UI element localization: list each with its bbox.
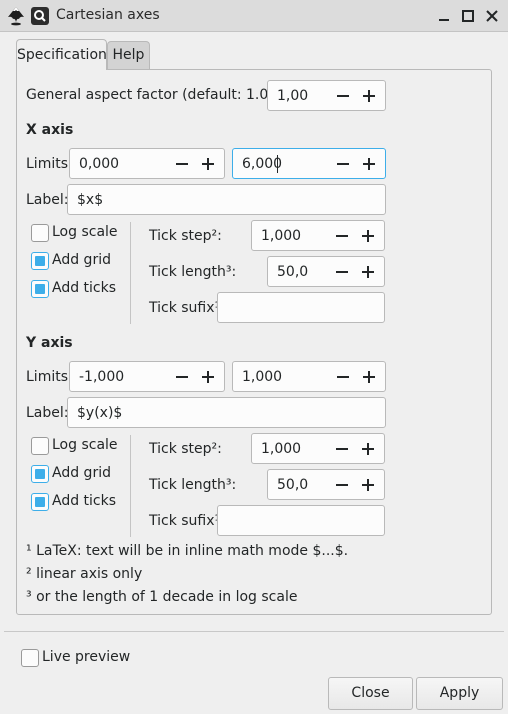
x-tick-length-spinbox[interactable]: 50,0 <box>267 256 385 287</box>
y-min-spinbox[interactable]: -1,000 <box>69 361 225 392</box>
y-tick-suffix-input[interactable] <box>217 505 385 536</box>
window-title: Cartesian axes <box>56 7 160 23</box>
y-axis-heading: Y axis <box>26 335 73 351</box>
aspect-factor-spinbox[interactable]: 1,00 <box>267 80 386 111</box>
plus-icon[interactable] <box>359 367 379 387</box>
minus-icon[interactable] <box>172 367 192 387</box>
y-add-ticks-checkbox[interactable] <box>31 493 49 511</box>
y-tick-length-label: Tick length³: <box>149 477 237 493</box>
text-caret <box>277 155 278 173</box>
x-tick-length-value: 50,0 <box>277 264 309 280</box>
minimize-icon[interactable] <box>434 6 454 26</box>
y-tick-step-value: 1,000 <box>261 441 302 457</box>
apply-button[interactable]: Apply <box>416 677 503 710</box>
y-add-grid-label[interactable]: Add grid <box>52 465 111 481</box>
plus-icon[interactable] <box>358 226 378 246</box>
y-min-value: -1,000 <box>79 369 125 385</box>
footnote: ³ or the length of 1 decade in log scale <box>26 589 298 605</box>
maximize-icon[interactable] <box>458 6 478 26</box>
y-max-spinbox[interactable]: 1,000 <box>232 361 386 392</box>
x-tick-step-spinbox[interactable]: 1,000 <box>251 220 385 251</box>
footnote: ¹ LaTeX: text will be in inline math mod… <box>26 543 349 559</box>
x-limits-label: Limits: <box>26 156 73 172</box>
plus-icon[interactable] <box>358 262 378 282</box>
y-log-scale-label[interactable]: Log scale <box>52 437 118 453</box>
x-add-ticks-label[interactable]: Add ticks <box>52 280 116 296</box>
live-preview-label[interactable]: Live preview <box>42 649 130 665</box>
plus-icon[interactable] <box>359 86 379 106</box>
y-label-label: Label: <box>26 405 69 421</box>
y-limits-label: Limits: <box>26 369 73 385</box>
x-min-spinbox[interactable]: 0,000 <box>69 148 225 179</box>
tab-help[interactable]: Help <box>107 41 150 69</box>
minus-icon[interactable] <box>332 475 352 495</box>
x-max-spinbox[interactable]: 6,000 <box>232 148 386 179</box>
tab-specification[interactable]: Specification <box>16 39 107 70</box>
x-axis-heading: X axis <box>26 122 74 138</box>
close-button[interactable]: Close <box>328 677 413 710</box>
minus-icon[interactable] <box>332 439 352 459</box>
y-tick-step-spinbox[interactable]: 1,000 <box>251 433 385 464</box>
x-tick-step-value: 1,000 <box>261 228 302 244</box>
x-label-value: $x$ <box>77 192 104 208</box>
minus-icon[interactable] <box>172 154 192 174</box>
y-label-input[interactable]: $y(x)$ <box>67 397 386 428</box>
plus-icon[interactable] <box>359 154 379 174</box>
aspect-factor-value: 1,00 <box>277 88 309 104</box>
minus-icon[interactable] <box>332 262 352 282</box>
x-tick-suffix-input[interactable] <box>217 292 385 323</box>
x-tick-suffix-label: Tick sufix¹: <box>149 300 225 316</box>
footnote: ² linear axis only <box>26 566 143 582</box>
x-log-scale-label[interactable]: Log scale <box>52 224 118 240</box>
plus-icon[interactable] <box>198 367 218 387</box>
plus-icon[interactable] <box>198 154 218 174</box>
x-add-grid-checkbox[interactable] <box>31 252 49 270</box>
minus-icon[interactable] <box>333 367 353 387</box>
x-label-label: Label: <box>26 192 69 208</box>
minus-icon[interactable] <box>333 86 353 106</box>
plus-icon[interactable] <box>358 439 378 459</box>
x-min-value: 0,000 <box>79 156 120 172</box>
title-bar[interactable]: Cartesian axes <box>0 0 508 32</box>
inkscape-app-icon <box>8 7 24 26</box>
y-max-value: 1,000 <box>242 369 283 385</box>
live-preview-checkbox[interactable] <box>21 649 39 667</box>
y-tick-step-label: Tick step²: <box>149 441 222 457</box>
x-tick-step-label: Tick step²: <box>149 228 222 244</box>
pin-icon[interactable] <box>31 7 49 25</box>
close-window-icon[interactable] <box>482 6 502 26</box>
x-tick-length-label: Tick length³: <box>149 264 237 280</box>
x-log-scale-checkbox[interactable] <box>31 224 49 242</box>
y-label-value: $y(x)$ <box>77 405 123 421</box>
aspect-factor-label: General aspect factor (default: 1.0): <box>26 87 279 103</box>
y-tick-length-value: 50,0 <box>277 477 309 493</box>
y-tick-suffix-label: Tick sufix¹: <box>149 513 225 529</box>
x-options-divider <box>130 222 131 324</box>
plus-icon[interactable] <box>358 475 378 495</box>
x-add-ticks-checkbox[interactable] <box>31 280 49 298</box>
y-add-grid-checkbox[interactable] <box>31 465 49 483</box>
x-add-grid-label[interactable]: Add grid <box>52 252 111 268</box>
y-options-divider <box>130 435 131 537</box>
minus-icon[interactable] <box>332 226 352 246</box>
minus-icon[interactable] <box>333 154 353 174</box>
y-tick-length-spinbox[interactable]: 50,0 <box>267 469 385 500</box>
y-add-ticks-label[interactable]: Add ticks <box>52 493 116 509</box>
x-label-input[interactable]: $x$ <box>67 184 386 215</box>
footer-divider <box>4 631 504 632</box>
y-log-scale-checkbox[interactable] <box>31 437 49 455</box>
